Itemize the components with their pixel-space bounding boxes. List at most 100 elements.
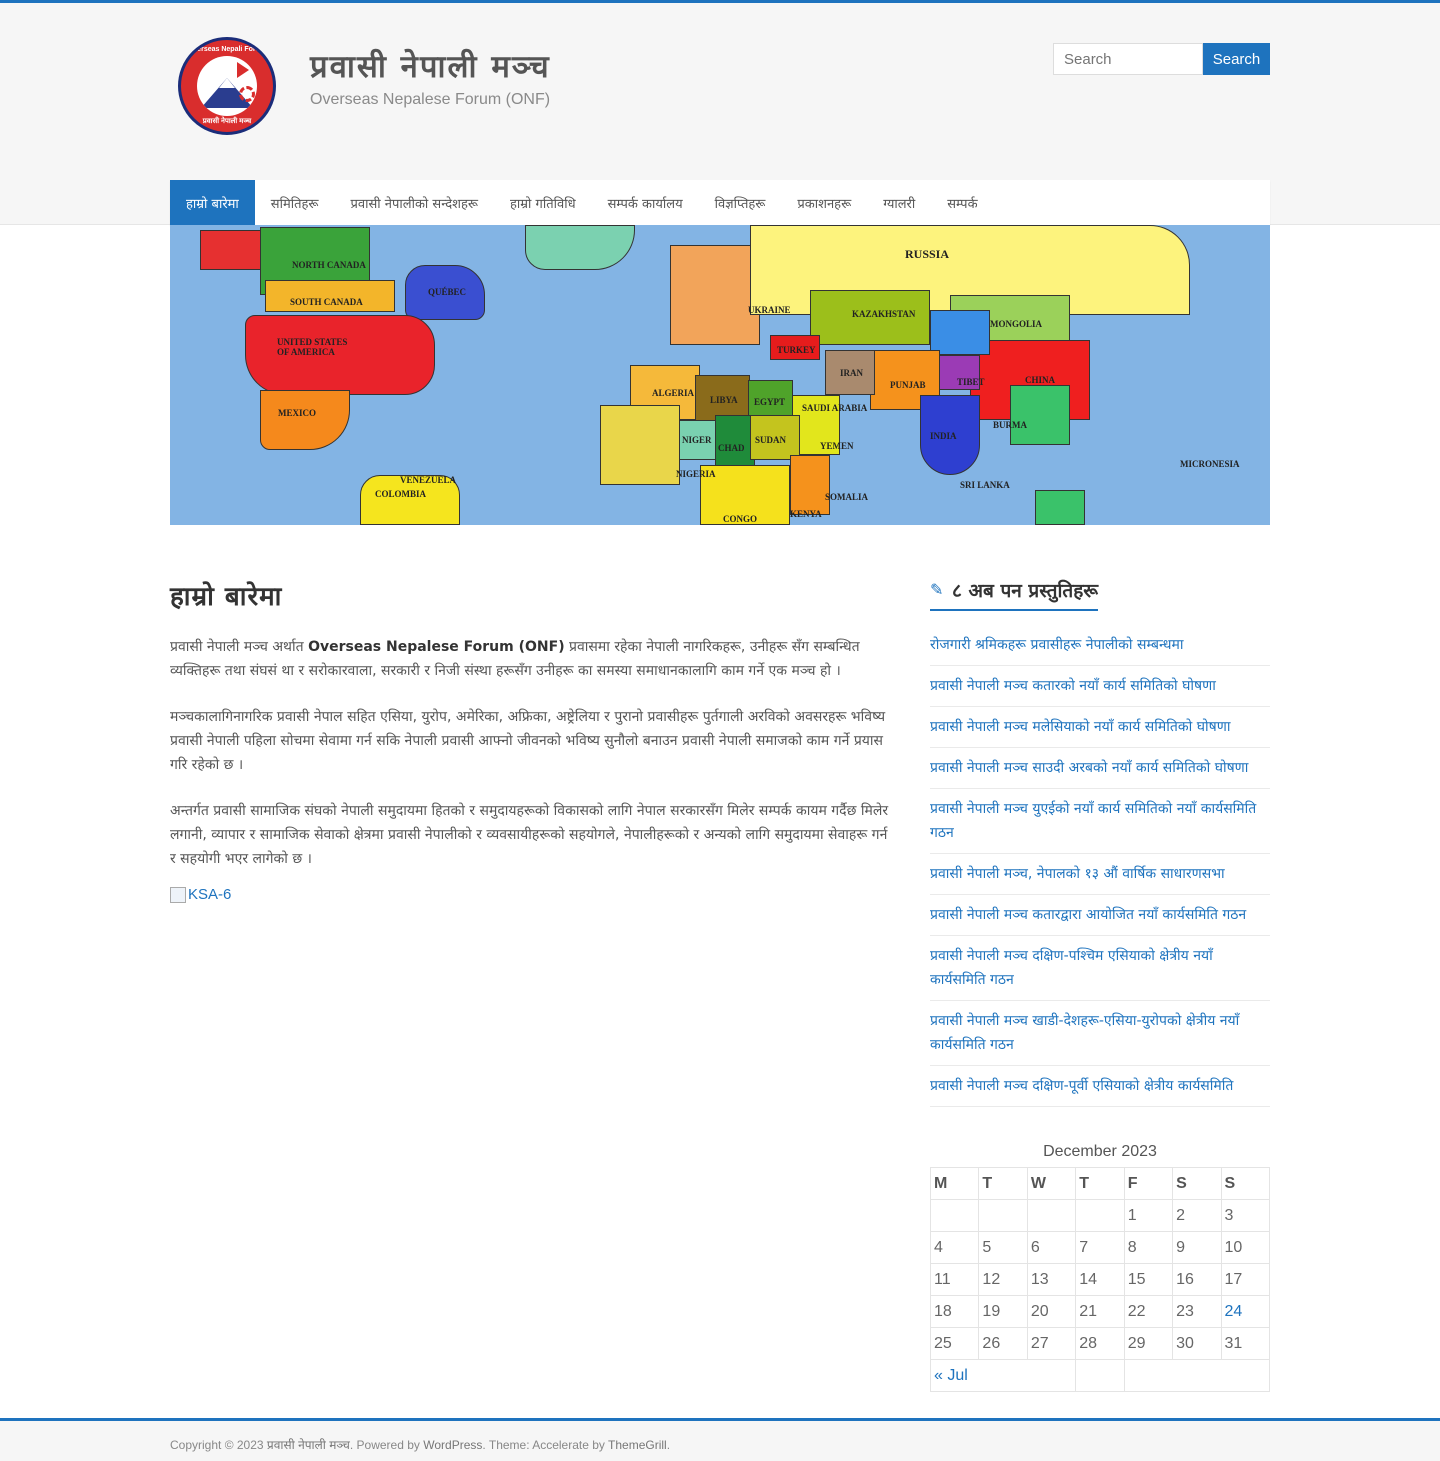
recent-post-link[interactable]: प्रवासी नेपाली मञ्च कतारको नयाँ कार्य सम… [930, 666, 1270, 707]
nav-item-activities[interactable]: हाम्रो गतिविधि [494, 180, 592, 225]
calendar-day: 23 [1172, 1295, 1222, 1328]
calendar-day-header: M [929, 1167, 980, 1200]
map-label: NIGER [682, 435, 712, 445]
nav-item-publications[interactable]: प्रकाशनहरू [781, 180, 867, 225]
calendar-day: 11 [929, 1263, 980, 1296]
map-region-somalia [790, 455, 830, 515]
broken-image-link[interactable]: KSA-6 [170, 886, 890, 903]
calendar-day-header: T [978, 1167, 1028, 1200]
recent-posts-list: रोजगारी श्रमिकहरू प्रवासीहरू नेपालीको सम… [930, 625, 1270, 1107]
nav-item-contact[interactable]: सम्पर्क [931, 180, 993, 225]
calendar-day: 6 [1026, 1231, 1077, 1264]
nav-item-messages[interactable]: प्रवासी नेपालीको सन्देशहरू [335, 180, 494, 225]
map-label: BURMA [993, 420, 1027, 430]
calendar-day: 1 [1123, 1199, 1174, 1232]
calendar-day: 14 [1075, 1263, 1125, 1296]
site-logo[interactable]: Overseas Nepali Forum प्रवासी नेपाली मञ्… [178, 37, 276, 135]
nav-item-press-releases[interactable]: विज्ञप्तिहरू [699, 180, 782, 225]
map-label: SOUTH CANADA [290, 297, 363, 307]
map-region-mexico [260, 390, 350, 450]
map-label: SOMALIA [825, 492, 869, 502]
calendar-day: 5 [978, 1231, 1028, 1264]
header-banner-world-map: NORTH CANADA SOUTH CANADA QUÉBEC UNITED … [170, 225, 1270, 525]
calendar-prev-month-link[interactable]: « Jul [929, 1359, 1077, 1392]
map-label: SUDAN [755, 435, 787, 445]
recent-post-link[interactable]: प्रवासी नेपाली मञ्च कतारद्वारा आयोजित नय… [930, 895, 1270, 936]
map-label: CHAD [718, 443, 745, 453]
map-region-uyghurstan [930, 310, 990, 355]
calendar-pad [1075, 1359, 1125, 1392]
map-label: PUNJAB [890, 380, 926, 390]
recent-post-link[interactable]: प्रवासी नेपाली मञ्च खाडी-देशहरू-एसिया-यु… [930, 1001, 1270, 1066]
main-area: हाम्रो बारेमा प्रवासी नेपाली मञ्च अर्थात… [170, 525, 1271, 1405]
calendar-widget: December 2023 M T W T F S S 1 2 3 4 5 6 … [929, 1143, 1271, 1392]
nav-item-committees[interactable]: समितिहरू [255, 180, 335, 225]
calendar-day: 17 [1220, 1263, 1271, 1296]
map-label: INDIA [930, 431, 957, 441]
map-label: QUÉBEC [428, 287, 467, 297]
nepal-flag-icon [237, 62, 249, 78]
calendar-day: 4 [929, 1231, 980, 1264]
calendar-day [929, 1199, 980, 1232]
calendar-day-header: T [1075, 1167, 1125, 1200]
calendar-day: 10 [1220, 1231, 1271, 1264]
search-input[interactable] [1053, 43, 1203, 75]
map-label: ALGERIA [652, 388, 695, 398]
wordpress-link[interactable]: WordPress [423, 1438, 482, 1452]
calendar-day: 19 [978, 1295, 1028, 1328]
page-title: हाम्रो बारेमा [170, 582, 283, 612]
map-label: TURKEY [777, 345, 816, 355]
nav-item-contact-office[interactable]: सम्पर्क कार्यालय [592, 180, 699, 225]
calendar-day: 9 [1172, 1231, 1222, 1264]
snow-peak-icon [219, 78, 235, 88]
calendar-day-link[interactable]: 24 [1220, 1295, 1271, 1328]
map-label: SRI LANKA [960, 480, 1010, 490]
calendar-day-header: W [1026, 1167, 1077, 1200]
calendar-day: 18 [929, 1295, 980, 1328]
calendar-day: 12 [978, 1263, 1028, 1296]
search-button[interactable]: Search [1203, 43, 1270, 75]
nav-item-gallery[interactable]: ग्यालरी [867, 180, 931, 225]
map-label: KENYA [790, 509, 822, 519]
map-region-indonesia [1035, 490, 1085, 525]
map-label: TIBET [957, 377, 985, 387]
footer-end: . [666, 1438, 671, 1452]
logo-text-bottom: प्रवासी नेपाली मञ्च [202, 118, 252, 125]
intro-text-bold: Overseas Nepalese Forum (ONF) [308, 639, 565, 655]
map-region-europe [670, 245, 760, 345]
calendar-day: 21 [1075, 1295, 1125, 1328]
recent-post-link[interactable]: प्रवासी नेपाली मञ्च दक्षिण-पश्चिम एसियाक… [930, 936, 1270, 1001]
calendar-day: 3 [1220, 1199, 1271, 1232]
site-description: Overseas Nepalese Forum (ONF) [310, 91, 551, 108]
calendar-day: 28 [1075, 1327, 1125, 1360]
recent-post-link[interactable]: प्रवासी नेपाली मञ्च युएईको नयाँ कार्य सम… [930, 789, 1270, 854]
map-label: COLOMBIA [375, 489, 427, 499]
map-region-greenland [525, 225, 635, 270]
calendar-day-header: F [1123, 1167, 1174, 1200]
map-label: CHINA [1025, 375, 1056, 385]
calendar-day: 20 [1026, 1295, 1077, 1328]
recent-post-link[interactable]: प्रवासी नेपाली मञ्च दक्षिण-पूर्वी एसियाक… [930, 1066, 1270, 1107]
recent-post-link[interactable]: प्रवासी नेपाली मञ्च साउदी अरबको नयाँ कार… [930, 748, 1270, 789]
calendar-day: 15 [1123, 1263, 1174, 1296]
footer-site-link[interactable]: प्रवासी नेपाली मञ्च [267, 1438, 350, 1452]
map-label: VENEZUELA [400, 475, 457, 485]
recent-post-link[interactable]: रोजगारी श्रमिकहरू प्रवासीहरू नेपालीको सम… [930, 625, 1270, 666]
map-label: EGYPT [754, 397, 786, 407]
powered-by-text: . Powered by [349, 1438, 420, 1452]
gear-icon [239, 86, 255, 102]
site-title[interactable]: प्रवासी नेपाली मञ्च [310, 45, 551, 87]
map-region-west-africa [600, 405, 680, 485]
recent-post-link[interactable]: प्रवासी नेपाली मञ्च मलेसियाको नयाँ कार्य… [930, 707, 1270, 748]
calendar-day [1026, 1199, 1077, 1232]
search-form: Search [1053, 43, 1270, 75]
theme-text: . Theme: Accelerate by [482, 1438, 605, 1452]
calendar-day-header: S [1172, 1167, 1222, 1200]
footer-copyright: Copyright © 2023 प्रवासी नेपाली मञ्च. Po… [170, 1421, 1270, 1453]
recent-post-link[interactable]: प्रवासी नेपाली मञ्च, नेपालको १३ औं वार्ष… [930, 854, 1270, 895]
nav-item-about[interactable]: हाम्रो बारेमा [170, 180, 255, 225]
map-label: LIBYA [710, 395, 738, 405]
themegrill-link[interactable]: ThemeGrill [608, 1438, 667, 1452]
calendar-day: 26 [978, 1327, 1028, 1360]
site-footer: Copyright © 2023 प्रवासी नेपाली मञ्च. Po… [0, 1418, 1440, 1461]
